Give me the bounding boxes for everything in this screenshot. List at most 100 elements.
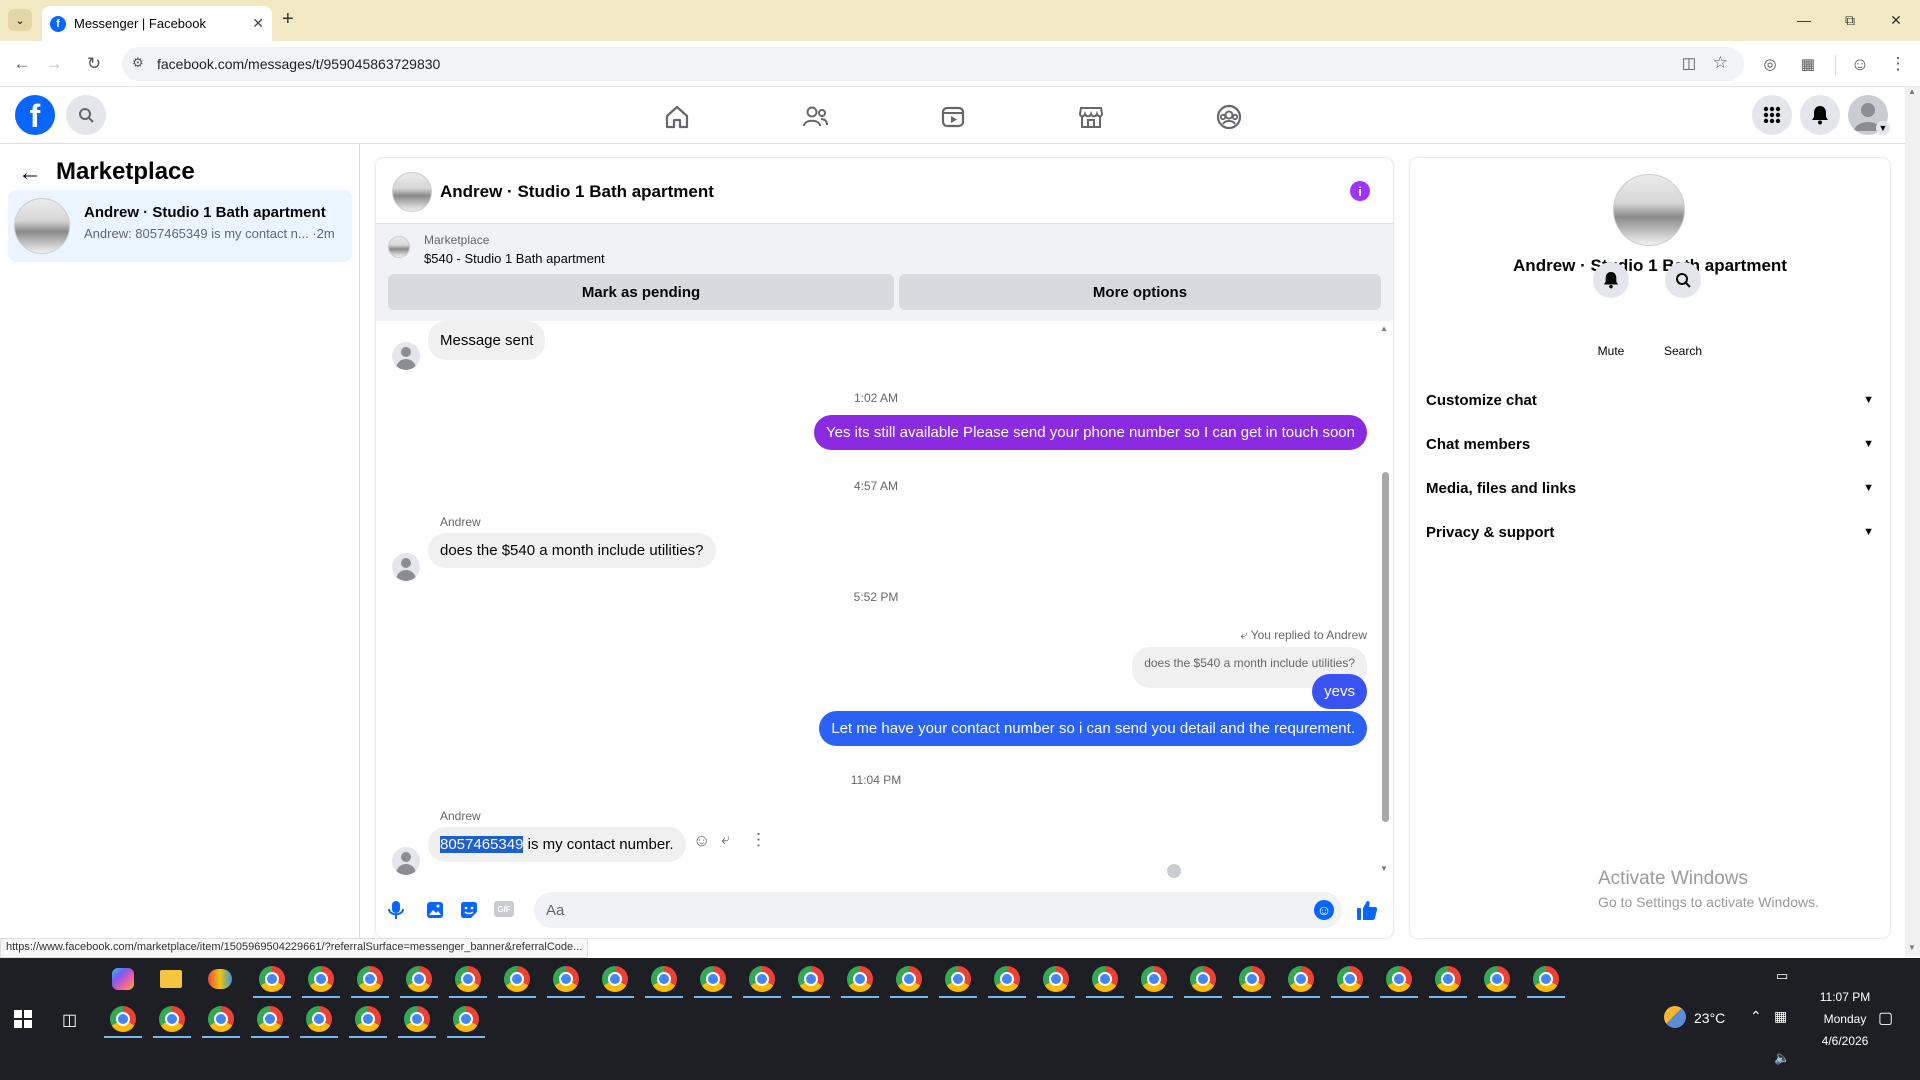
back-arrow-icon[interactable]: ← — [18, 159, 42, 187]
chrome-taskbar-icon[interactable] — [651, 966, 677, 992]
chrome-taskbar-icon[interactable] — [355, 1006, 381, 1032]
chrome-taskbar-icon[interactable] — [455, 966, 481, 992]
chrome-taskbar-icon[interactable] — [1337, 966, 1363, 992]
chrome-taskbar-icon[interactable] — [1288, 966, 1314, 992]
page-scroll-up-icon[interactable]: ▲ — [1908, 87, 1916, 96]
nav-home[interactable] — [652, 99, 702, 135]
notifications-button[interactable] — [1800, 95, 1840, 135]
nav-friends[interactable] — [790, 99, 840, 135]
account-chevron-icon[interactable]: ▼ — [1876, 121, 1890, 135]
message-bubble-outgoing[interactable]: Let me have your contact number so i can… — [819, 711, 1367, 746]
chrome-taskbar-icon[interactable] — [1092, 966, 1118, 992]
clock-day[interactable]: Monday — [1800, 1012, 1890, 1026]
reply-icon[interactable]: ⤶ — [721, 831, 730, 849]
chrome-taskbar-icon[interactable] — [1190, 966, 1216, 992]
browser-tab[interactable]: f Messenger | Facebook ✕ — [42, 6, 272, 41]
page-scrollbar[interactable]: ▲ ▼ — [1905, 87, 1920, 956]
message-bubble-outgoing[interactable]: Yes its still available Please send your… — [814, 415, 1367, 450]
like-thumbs-up-icon[interactable] — [1356, 899, 1378, 926]
menu-button[interactable] — [1752, 95, 1792, 135]
chrome-taskbar-icon[interactable] — [798, 966, 824, 992]
chrome-taskbar-icon[interactable] — [945, 966, 971, 992]
chrome-taskbar-icon[interactable] — [110, 1006, 136, 1032]
chrome-taskbar-icon[interactable] — [308, 966, 334, 992]
tray-chevron-icon[interactable]: ⌃ — [1750, 1008, 1762, 1025]
chrome-taskbar-icon[interactable] — [994, 966, 1020, 992]
photo-icon[interactable] — [426, 901, 444, 924]
gif-icon[interactable]: GIF — [494, 901, 514, 917]
sticker-icon[interactable] — [460, 901, 478, 924]
reload-icon[interactable]: ↻ — [80, 50, 108, 78]
mute-button[interactable] — [1593, 262, 1629, 298]
chrome-taskbar-icon[interactable] — [1043, 966, 1069, 992]
chrome-taskbar-icon[interactable] — [553, 966, 579, 992]
chrome-taskbar-icon[interactable] — [700, 966, 726, 992]
chrome-menu-icon[interactable]: ⋮ — [1884, 50, 1912, 78]
paint-icon[interactable] — [208, 969, 232, 989]
chrome-taskbar-icon[interactable] — [357, 966, 383, 992]
mark-as-pending-button[interactable]: Mark as pending — [388, 274, 894, 310]
back-icon[interactable]: ← — [8, 50, 36, 78]
fb-search-button[interactable] — [66, 95, 106, 135]
chat-header-thumbnail[interactable] — [392, 172, 432, 212]
chat-title[interactable]: Andrew · Studio 1 Bath apartment — [440, 182, 714, 202]
start-button[interactable] — [14, 1010, 32, 1033]
chrome-taskbar-icon[interactable] — [406, 966, 432, 992]
tab-search-button[interactable]: ⌄ — [8, 9, 32, 31]
privacy-support-row[interactable]: Privacy & support ▼ — [1426, 514, 1874, 550]
chrome-taskbar-icon[interactable] — [602, 966, 628, 992]
message-input[interactable]: Aa — [534, 892, 1342, 928]
chrome-taskbar-icon[interactable] — [1239, 966, 1265, 992]
more-options-button[interactable]: More options — [899, 274, 1381, 310]
scrollbar-thumb[interactable] — [1382, 472, 1389, 822]
react-icon[interactable]: ☺ — [693, 831, 710, 851]
chrome-taskbar-icon[interactable] — [847, 966, 873, 992]
conversation-item[interactable]: Andrew · Studio 1 Bath apartment Andrew:… — [8, 190, 352, 262]
chrome-taskbar-icon[interactable] — [453, 1006, 479, 1032]
info-icon[interactable]: i — [1350, 181, 1370, 201]
close-tab-icon[interactable]: ✕ — [252, 15, 264, 32]
banner-listing-title[interactable]: $540 - Studio 1 Bath apartment — [424, 251, 605, 266]
chat-members-row[interactable]: Chat members ▼ — [1426, 426, 1874, 462]
message-bubble-incoming[interactable]: Message sent — [428, 321, 546, 360]
bookmark-star-icon[interactable]: ☆ — [1713, 53, 1728, 73]
nav-groups[interactable] — [1204, 99, 1254, 135]
restore-button[interactable]: ⧉ — [1830, 8, 1870, 32]
chrome-taskbar-icon[interactable] — [1533, 966, 1559, 992]
chrome-taskbar-icon[interactable] — [159, 1006, 185, 1032]
profile-icon[interactable]: ☺ — [1846, 50, 1874, 78]
clock-date[interactable]: 4/6/2026 — [1800, 1034, 1890, 1048]
nav-video[interactable] — [928, 99, 978, 135]
chrome-taskbar-icon[interactable] — [1435, 966, 1461, 992]
selected-phone-number[interactable]: 8057465349 — [440, 836, 524, 853]
scroll-up-arrow-icon[interactable]: ▲ — [1380, 324, 1388, 333]
copilot-icon[interactable] — [112, 968, 134, 990]
task-view-icon[interactable]: ◫ — [62, 1010, 77, 1030]
banner-listing-thumbnail[interactable] — [388, 236, 410, 258]
chrome-taskbar-icon[interactable] — [1386, 966, 1412, 992]
address-bar[interactable]: ⚙ facebook.com/messages/t/95904586372983… — [122, 47, 1744, 81]
chrome-taskbar-icon[interactable] — [404, 1006, 430, 1032]
new-tab-button[interactable]: + — [282, 8, 294, 31]
notification-center-icon[interactable]: ▢ — [1878, 1008, 1893, 1028]
chrome-taskbar-icon[interactable] — [749, 966, 775, 992]
chrome-taskbar-icon[interactable] — [1141, 966, 1167, 992]
details-thumbnail[interactable] — [1613, 174, 1685, 246]
chrome-taskbar-icon[interactable] — [306, 1006, 332, 1032]
chrome-taskbar-icon[interactable] — [896, 966, 922, 992]
chrome-taskbar-icon[interactable] — [208, 1006, 234, 1032]
chrome-taskbar-icon[interactable] — [259, 966, 285, 992]
message-bubble-incoming[interactable]: does the $540 a month include utilities? — [428, 533, 716, 568]
temperature[interactable]: 23°C — [1694, 1010, 1725, 1026]
chrome-taskbar-icon[interactable] — [504, 966, 530, 992]
nav-marketplace[interactable] — [1066, 99, 1116, 135]
network-icon[interactable]: ▦ — [1774, 1008, 1787, 1025]
search-in-chat-button[interactable] — [1665, 262, 1701, 298]
chrome-taskbar-icon[interactable] — [1484, 966, 1510, 992]
file-explorer-icon[interactable] — [160, 970, 182, 988]
facebook-logo-icon[interactable]: f — [15, 95, 55, 135]
site-info-icon[interactable]: ⚙ — [132, 55, 144, 71]
media-files-links-row[interactable]: Media, files and links ▼ — [1426, 470, 1874, 506]
page-scroll-down-icon[interactable]: ▼ — [1908, 943, 1916, 952]
microphone-icon[interactable] — [388, 900, 404, 925]
